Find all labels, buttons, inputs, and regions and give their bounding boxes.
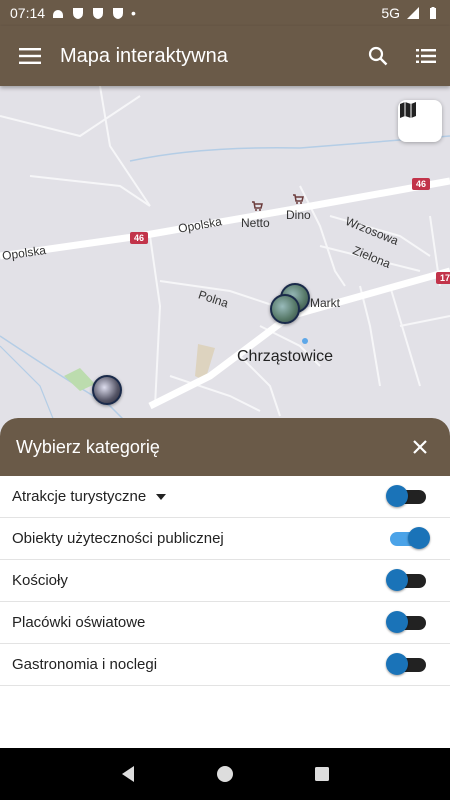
sheet-header: Wybierz kategorię bbox=[0, 418, 450, 476]
home-button[interactable] bbox=[205, 754, 245, 794]
category-row-gastronomia[interactable]: Gastronomia i noclegi bbox=[0, 644, 450, 686]
map-icon bbox=[400, 102, 416, 118]
recents-button[interactable] bbox=[302, 754, 342, 794]
battery-icon bbox=[430, 7, 436, 19]
category-row-atrakcje[interactable]: Atrakcje turystyczne bbox=[0, 476, 450, 518]
close-icon bbox=[413, 440, 427, 454]
category-row-placowki[interactable]: Placówki oświatowe bbox=[0, 602, 450, 644]
toggle-knob bbox=[408, 526, 430, 549]
toggle-knob bbox=[386, 610, 408, 633]
category-sheet: Wybierz kategorię Atrakcje turystyczne O… bbox=[0, 418, 450, 748]
system-nav-bar bbox=[0, 748, 450, 800]
category-toggle[interactable] bbox=[386, 610, 426, 633]
sheet-title: Wybierz kategorię bbox=[16, 436, 160, 457]
list-icon bbox=[416, 49, 436, 63]
map-view[interactable]: 46 46 17 Opolska Opolska Netto Dino Wrzo… bbox=[0, 86, 450, 436]
notification-dot: • bbox=[131, 5, 136, 21]
category-label: Kościoły bbox=[12, 572, 68, 589]
hamburger-icon bbox=[19, 48, 41, 64]
road-shield-46: 46 bbox=[130, 232, 149, 244]
back-button[interactable] bbox=[108, 754, 148, 794]
android-icon bbox=[53, 10, 64, 18]
status-bar: 07:14 • 5G bbox=[0, 0, 450, 26]
map-marker[interactable] bbox=[92, 375, 122, 405]
category-toggle[interactable] bbox=[390, 526, 430, 549]
back-icon bbox=[122, 766, 135, 782]
map-layers-button[interactable] bbox=[398, 100, 442, 142]
category-label: Gastronomia i noclegi bbox=[12, 656, 158, 673]
list-view-button[interactable] bbox=[402, 26, 450, 86]
shield-icon bbox=[113, 8, 124, 19]
network-label: 5G bbox=[381, 5, 400, 21]
category-label: Placówki oświatowe bbox=[12, 614, 146, 631]
signal-icon bbox=[407, 7, 419, 19]
map-marker[interactable] bbox=[270, 294, 300, 324]
shopping-cart-icon bbox=[293, 194, 304, 204]
poi-label-netto: Netto bbox=[241, 216, 270, 230]
road-shield-46: 46 bbox=[412, 178, 431, 190]
close-button[interactable] bbox=[406, 433, 434, 461]
toggle-knob bbox=[386, 652, 408, 675]
shopping-cart-icon bbox=[252, 201, 263, 211]
recents-icon bbox=[314, 767, 329, 781]
home-icon bbox=[216, 766, 233, 782]
poi-label-markt: Markt bbox=[310, 296, 340, 310]
category-label: Obiekty użyteczności publicznej bbox=[12, 530, 224, 547]
category-toggle[interactable] bbox=[386, 568, 426, 591]
status-time: 07:14 bbox=[10, 5, 46, 21]
search-button[interactable] bbox=[354, 26, 402, 86]
category-row-obiekty[interactable]: Obiekty użyteczności publicznej bbox=[0, 518, 450, 560]
shield-icon bbox=[73, 8, 84, 19]
poi-label-dino: Dino bbox=[286, 208, 311, 222]
page-title: Mapa interaktywna bbox=[60, 44, 228, 67]
toggle-knob bbox=[386, 568, 408, 591]
road-shield-17: 17 bbox=[436, 272, 450, 284]
category-toggle[interactable] bbox=[386, 484, 426, 507]
expand-caret-icon[interactable] bbox=[156, 493, 167, 500]
category-label: Atrakcje turystyczne bbox=[12, 488, 147, 505]
shield-icon bbox=[93, 8, 104, 19]
category-row-koscioly[interactable]: Kościoły bbox=[0, 560, 450, 602]
app-bar: Mapa interaktywna bbox=[0, 26, 450, 86]
city-label: Chrząstowice bbox=[237, 348, 334, 365]
menu-button[interactable] bbox=[0, 26, 60, 86]
search-icon bbox=[368, 46, 388, 66]
category-toggle[interactable] bbox=[386, 652, 426, 675]
toggle-knob bbox=[386, 484, 408, 507]
